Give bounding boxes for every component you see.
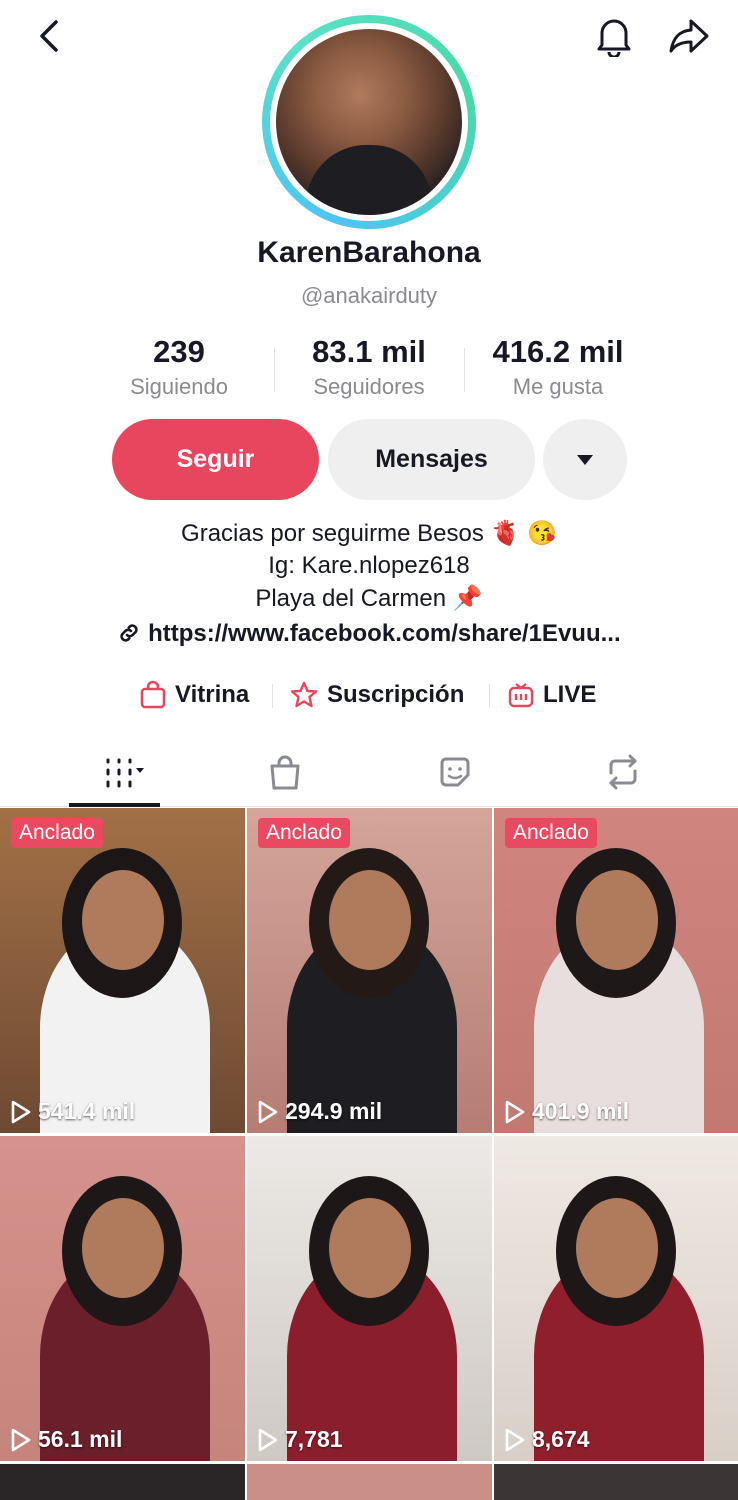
bio-line-3: Playa del Carmen 📌 [0, 584, 738, 613]
video-thumbnail[interactable] [247, 1464, 492, 1500]
feature-divider [272, 684, 273, 708]
sticker-icon [440, 757, 470, 787]
live-label: LIVE [543, 681, 597, 708]
star-badge-icon [290, 681, 318, 708]
tab-videos[interactable] [69, 748, 160, 796]
notification-bell-button[interactable] [590, 12, 638, 60]
bio-line-1: Gracias por seguirme Besos 🫀 😘 [0, 519, 738, 548]
play-icon [505, 1428, 525, 1451]
stat-likes[interactable]: 416.2 mil Me gusta [463, 334, 653, 400]
pinned-badge: Anclado [505, 818, 597, 848]
stat-following-label: Siguiendo [130, 374, 228, 399]
view-count-text: 8,674 [532, 1426, 590, 1452]
profile-username: KarenBarahona [257, 236, 481, 269]
view-count: 294.9 mil [257, 1098, 382, 1125]
video-thumbnail[interactable]: 8,674 [494, 1136, 738, 1461]
video-subject-face [329, 1198, 411, 1298]
chevron-left-icon [40, 20, 58, 52]
video-subject-face [82, 870, 164, 970]
video-subject-face [576, 870, 658, 970]
live-tv-icon [508, 683, 534, 708]
tab-reposts-stickers[interactable] [410, 748, 500, 796]
view-count-text: 294.9 mil [285, 1098, 383, 1124]
stat-followers-label: Seguidores [313, 374, 425, 399]
avatar[interactable] [276, 29, 462, 215]
view-count: 541.4 mil [10, 1098, 135, 1125]
bio-line-1-emoji: 🫀 😘 [490, 520, 557, 547]
share-icon [669, 19, 709, 53]
link-icon [120, 624, 139, 642]
video-thumbnail[interactable] [494, 1464, 738, 1500]
repost-icon [609, 754, 637, 790]
back-button[interactable] [28, 14, 72, 58]
view-count: 8,674 [504, 1426, 590, 1453]
feature-divider [489, 684, 490, 708]
view-count: 56.1 mil [10, 1426, 122, 1453]
caret-down-icon [577, 454, 593, 465]
play-icon [11, 1428, 31, 1451]
play-icon [258, 1428, 278, 1451]
bell-icon [597, 19, 631, 57]
stat-followers[interactable]: 83.1 mil Seguidores [274, 334, 464, 400]
suggested-accounts-button[interactable] [543, 419, 627, 500]
grid-icon [106, 758, 144, 788]
subscription-link[interactable]: Suscripción [289, 678, 464, 712]
shopping-bag-icon [270, 755, 300, 790]
active-tab-indicator [69, 803, 160, 807]
video-thumbnail[interactable]: 7,781 [247, 1136, 492, 1461]
video-subject-face [576, 1198, 658, 1298]
pinned-badge: Anclado [258, 818, 350, 848]
tab-shop[interactable] [240, 748, 330, 796]
view-count-text: 56.1 mil [38, 1426, 123, 1452]
bio-line-1-text: Gracias por seguirme Besos [181, 520, 484, 547]
bio-link[interactable]: https://www.facebook.com/share/1Evuu... [0, 620, 738, 648]
stat-following-value: 239 [153, 334, 205, 369]
play-icon [505, 1100, 525, 1123]
play-icon [258, 1100, 278, 1123]
video-thumbnail[interactable]: 56.1 mil [0, 1136, 245, 1461]
view-count-text: 7,781 [285, 1426, 343, 1452]
video-subject-face [329, 870, 411, 970]
view-count-text: 401.9 mil [532, 1098, 630, 1124]
share-button[interactable] [664, 12, 714, 60]
stat-likes-label: Me gusta [512, 374, 604, 399]
view-count: 7,781 [257, 1426, 343, 1453]
stat-following[interactable]: 239 Siguiendo [84, 334, 274, 400]
video-thumbnail[interactable]: Anclado 294.9 mil [247, 808, 492, 1133]
video-thumbnail[interactable]: Anclado 541.4 mil [0, 808, 245, 1133]
pinned-badge: Anclado [11, 818, 103, 848]
video-subject-face [82, 1198, 164, 1298]
tab-reposts[interactable] [578, 748, 668, 796]
subscription-label: Suscripción [327, 681, 465, 708]
stat-likes-value: 416.2 mil [492, 334, 624, 369]
video-thumbnail[interactable] [0, 1464, 245, 1500]
bio-line-3-text: Playa del Carmen [255, 585, 447, 612]
bio-line-3-emoji: 📌 [452, 585, 483, 612]
view-count-text: 541.4 mil [38, 1098, 136, 1124]
video-thumbnail[interactable]: Anclado 401.9 mil [494, 808, 738, 1133]
profile-handle: @anakairduty [300, 283, 438, 308]
bio-line-2: Ig: Kare.nlopez618 [268, 552, 470, 579]
view-count: 401.9 mil [504, 1098, 629, 1125]
follow-button[interactable]: Seguir [112, 419, 319, 500]
shop-link[interactable]: Vitrina [139, 678, 249, 712]
live-link[interactable]: LIVE [507, 678, 596, 712]
bio-link-text: https://www.facebook.com/share/1Evuu... [148, 620, 621, 647]
shop-label: Vitrina [175, 681, 250, 708]
messages-button[interactable]: Mensajes [328, 419, 535, 500]
shopping-bag-icon [140, 680, 166, 709]
play-icon [11, 1100, 31, 1123]
stat-followers-value: 83.1 mil [312, 334, 426, 369]
